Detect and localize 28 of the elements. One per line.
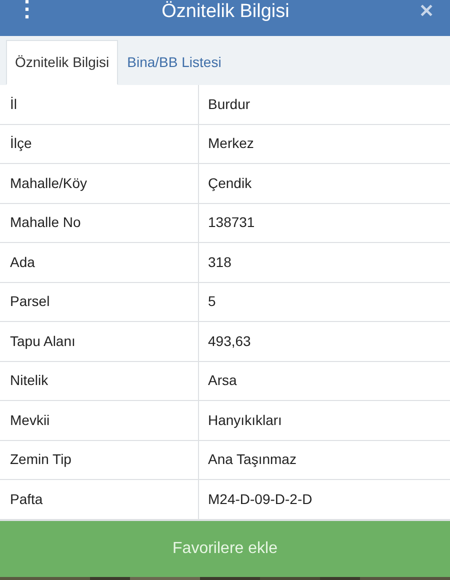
- favorite-button[interactable]: Favorilere ekle: [0, 520, 450, 576]
- table-cell-text: 5: [207, 292, 217, 312]
- table-cell: Parsel: [0, 282, 199, 321]
- table-cell-text: 318: [207, 252, 232, 272]
- table-cell-text: Merkez: [207, 134, 255, 154]
- table-cell: Mahalle No: [0, 204, 199, 242]
- table-cell: Mahalle/Köy: [0, 164, 199, 202]
- table-cell-text: 138731: [207, 213, 256, 232]
- table-cell-text: Hanyıkıkları: [207, 410, 283, 430]
- close-icon[interactable]: ✕: [418, 0, 434, 20]
- table-cell-text: 493,63: [207, 332, 252, 351]
- table-cell: Tapu Alanı: [0, 322, 199, 360]
- tab[interactable]: Öznitelik Bilgisi: [6, 40, 118, 85]
- window-title: Öznitelik Bilgisi: [162, 0, 290, 23]
- table-cell: İl: [0, 85, 199, 124]
- table-cell: Pafta: [0, 480, 199, 518]
- table-cell-text: Ana Taşınmaz: [207, 450, 298, 470]
- table-cell: İlçe: [0, 124, 199, 163]
- table-cell: Ada: [0, 243, 199, 282]
- table-cell: Zemin Tip: [0, 440, 199, 479]
- table-cell: Nitelik: [0, 362, 199, 400]
- table-cell-text: Çendik: [207, 174, 253, 193]
- table-cell: Mevkii: [0, 401, 199, 440]
- table-cell-text: Arsa: [207, 371, 238, 390]
- menu-icon[interactable]: ⋮: [16, 0, 32, 18]
- tab[interactable]: Bina/BB Listesi: [118, 40, 230, 85]
- table-cell-text: Burdur: [207, 94, 252, 114]
- table-cell-text: M24-D-09-D-2-D: [207, 490, 314, 509]
